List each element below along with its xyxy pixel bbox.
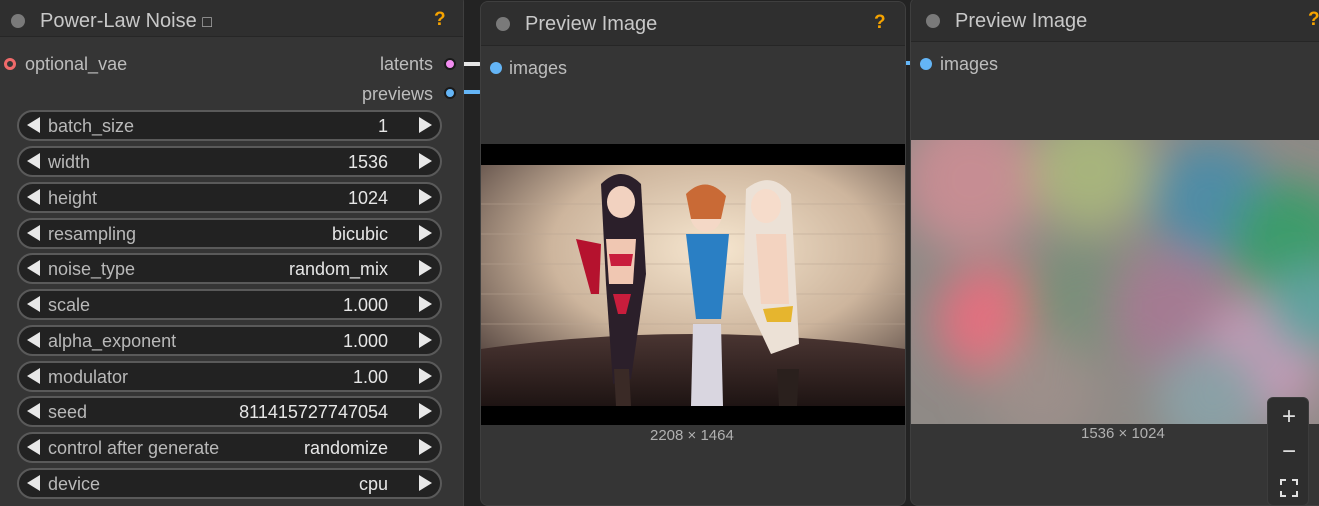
increment-arrow-icon[interactable] xyxy=(419,153,432,169)
optional-vae-input-dot[interactable] xyxy=(4,58,16,70)
node-title-bar[interactable]: Preview Image ? xyxy=(481,2,905,46)
decrement-arrow-icon[interactable] xyxy=(27,225,40,241)
colored-noise-image xyxy=(911,140,1319,424)
decrement-arrow-icon[interactable] xyxy=(27,475,40,491)
latents-output-dot[interactable] xyxy=(444,58,456,70)
widget-modulator[interactable]: modulator 1.00 xyxy=(17,361,442,392)
increment-arrow-icon[interactable] xyxy=(419,225,432,241)
widget-value: 811415727747054 xyxy=(239,402,388,422)
images-input-dot[interactable] xyxy=(490,62,502,74)
collapse-dot[interactable] xyxy=(926,14,940,28)
help-icon[interactable]: ? xyxy=(434,9,446,31)
increment-arrow-icon[interactable] xyxy=(419,403,432,419)
widget-seed[interactable]: seed 811415727747054 xyxy=(17,396,442,427)
graph-canvas[interactable]: Power-Law Noise □ ? optional_vae latents… xyxy=(0,0,1319,506)
widget-label: width xyxy=(48,152,91,172)
increment-arrow-icon[interactable] xyxy=(419,260,432,276)
zoom-in-button[interactable]: + xyxy=(1268,399,1310,435)
help-icon[interactable]: ? xyxy=(1308,9,1319,31)
widget-value: random_mix xyxy=(288,259,388,279)
image-size-caption: 1536 × 1024 xyxy=(1081,425,1165,442)
decrement-arrow-icon[interactable] xyxy=(27,368,40,384)
zoom-controls: + − xyxy=(1267,397,1309,506)
preview-image-node-2[interactable]: Preview Image ? images 1536 × 1024 xyxy=(910,0,1319,506)
fit-view-button[interactable] xyxy=(1268,470,1310,506)
preview-image-node-1[interactable]: Preview Image ? images 2208 × 1464 xyxy=(480,1,906,506)
widget-label: seed xyxy=(48,402,88,422)
previews-output-dot[interactable] xyxy=(444,87,456,99)
widget-height[interactable]: height 1024 xyxy=(17,182,442,213)
decrement-arrow-icon[interactable] xyxy=(27,403,40,419)
widget-label: noise_type xyxy=(48,259,136,279)
increment-arrow-icon[interactable] xyxy=(419,117,432,133)
node-title: Preview Image xyxy=(525,13,658,35)
zoom-out-button[interactable]: − xyxy=(1268,434,1310,470)
widget-label: batch_size xyxy=(48,116,135,136)
widget-batch-size[interactable]: batch_size 1 xyxy=(17,110,442,141)
widget-label: alpha_exponent xyxy=(48,331,177,351)
images-input-dot[interactable] xyxy=(920,58,932,70)
preview-image xyxy=(481,144,905,425)
help-icon[interactable]: ? xyxy=(874,12,886,34)
widget-value: 1.000 xyxy=(342,331,388,351)
latents-output-label: latents xyxy=(379,54,433,74)
widget-control-after-generate[interactable]: control after generate randomize xyxy=(17,432,442,463)
decrement-arrow-icon[interactable] xyxy=(27,117,40,133)
images-input-label: images xyxy=(940,54,999,74)
widget-value: 1024 xyxy=(347,188,388,208)
node-badge-icon: □ xyxy=(202,14,212,31)
increment-arrow-icon[interactable] xyxy=(419,439,432,455)
anime-illustration-image xyxy=(481,144,905,425)
optional-vae-input-label: optional_vae xyxy=(25,54,128,74)
widget-width[interactable]: width 1536 xyxy=(17,146,442,177)
widget-label: height xyxy=(48,188,98,208)
widget-resampling[interactable]: resampling bicubic xyxy=(17,218,442,249)
node-title: Power-Law Noise □ xyxy=(40,10,212,32)
decrement-arrow-icon[interactable] xyxy=(27,439,40,455)
widget-alpha-exponent[interactable]: alpha_exponent 1.000 xyxy=(17,325,442,356)
widget-value: 1.000 xyxy=(342,295,388,315)
widget-value: cpu xyxy=(358,474,388,494)
power-law-noise-node[interactable]: Power-Law Noise □ ? optional_vae latents… xyxy=(0,0,464,506)
widget-label: control after generate xyxy=(48,438,220,458)
decrement-arrow-icon[interactable] xyxy=(27,189,40,205)
widget-label: scale xyxy=(48,295,91,315)
decrement-arrow-icon[interactable] xyxy=(27,332,40,348)
previews-output-label: previews xyxy=(361,84,433,104)
widget-value: randomize xyxy=(303,438,388,458)
widget-label: modulator xyxy=(48,367,129,387)
decrement-arrow-icon[interactable] xyxy=(27,260,40,276)
widget-value: 1 xyxy=(377,116,388,136)
increment-arrow-icon[interactable] xyxy=(419,332,432,348)
widget-device[interactable]: device cpu xyxy=(17,468,442,499)
widget-value: 1.00 xyxy=(352,367,388,387)
decrement-arrow-icon[interactable] xyxy=(27,153,40,169)
node-title-bar[interactable]: Power-Law Noise □ ? xyxy=(0,0,463,37)
widget-label: device xyxy=(48,474,101,494)
noise-preview-image xyxy=(911,140,1319,424)
image-size-caption: 2208 × 1464 xyxy=(650,427,734,444)
decrement-arrow-icon[interactable] xyxy=(27,296,40,312)
widget-value: bicubic xyxy=(331,224,388,244)
increment-arrow-icon[interactable] xyxy=(419,296,432,312)
increment-arrow-icon[interactable] xyxy=(419,475,432,491)
fit-view-icon xyxy=(1280,479,1298,497)
node-title: Preview Image xyxy=(955,10,1088,32)
collapse-dot[interactable] xyxy=(496,17,510,31)
widget-label: resampling xyxy=(48,224,137,244)
images-input-label: images xyxy=(509,58,568,78)
increment-arrow-icon[interactable] xyxy=(419,368,432,384)
increment-arrow-icon[interactable] xyxy=(419,189,432,205)
node-title-bar[interactable]: Preview Image ? xyxy=(911,0,1319,42)
widget-noise-type[interactable]: noise_type random_mix xyxy=(17,253,442,284)
widget-scale[interactable]: scale 1.000 xyxy=(17,289,442,320)
collapse-dot[interactable] xyxy=(11,14,25,28)
widget-value: 1536 xyxy=(347,152,388,172)
